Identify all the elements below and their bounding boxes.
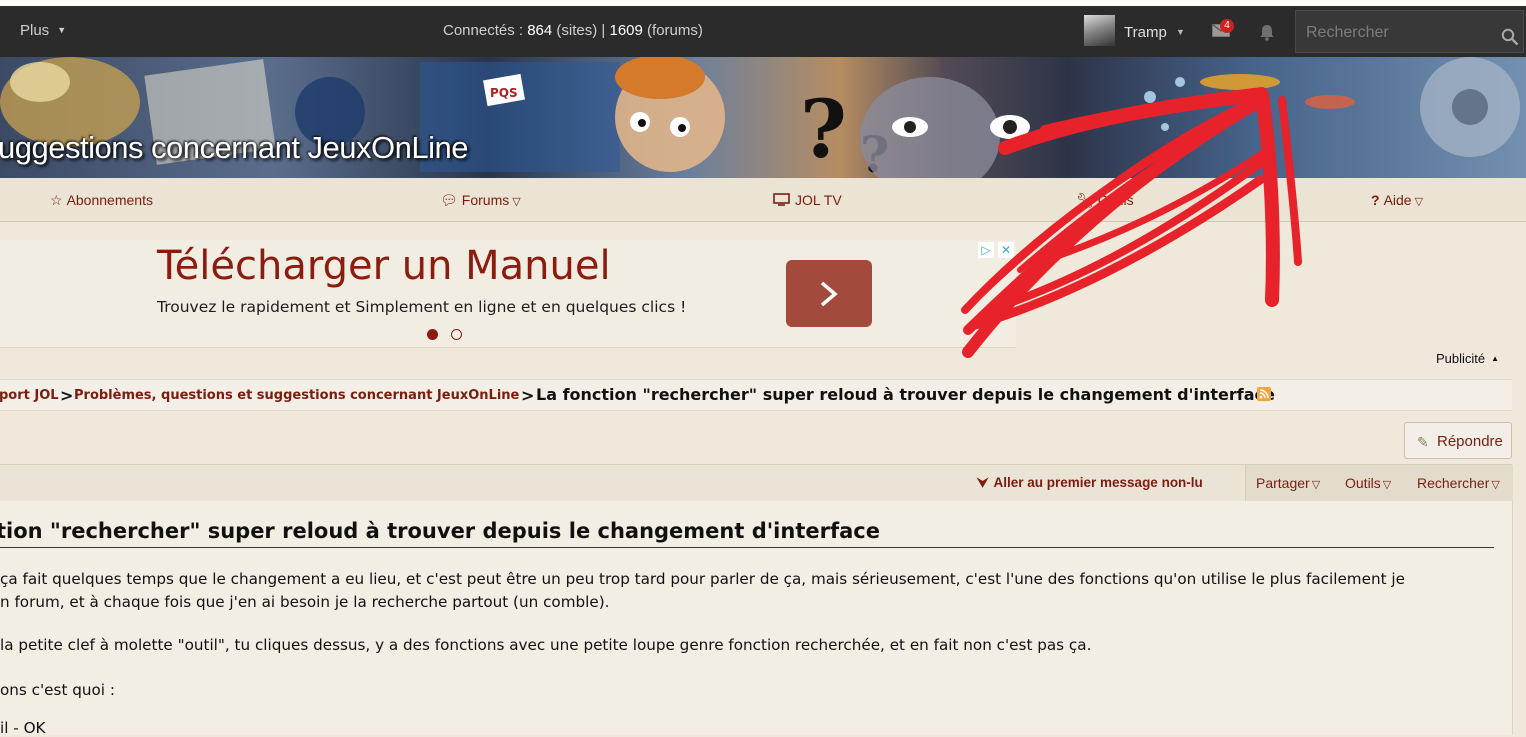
caret-down-icon: ▼ (57, 25, 67, 35)
ad-carousel-dot-active[interactable] (427, 329, 438, 340)
more-menu[interactable]: Plus ▼ (20, 22, 66, 39)
breadcrumb-link-forum[interactable]: Problèmes, questions et suggestions conc… (74, 388, 519, 403)
chevron-right-icon (820, 281, 838, 307)
triangle-down-icon: ▽ (512, 196, 521, 208)
post-line: n forum, et à chaque fois que j'en ai be… (0, 593, 610, 611)
online-sites-count: 864 (527, 22, 553, 39)
banner-title: uggestions concernant JeuxOnLine (0, 130, 469, 165)
nav-label: Aide (1383, 192, 1412, 208)
ad-banner[interactable]: Télécharger un Manuel Trouvez le rapidem… (0, 240, 1016, 348)
avatar[interactable] (1084, 15, 1115, 46)
user-caret-down-icon[interactable]: ▼ (1176, 27, 1185, 37)
thread-tool-menus: Partager ▽ Outils ▽ Rechercher ▽ (1245, 465, 1513, 501)
nav-item-help[interactable]: ? Aide ▽ (1371, 192, 1423, 208)
online-forums-count: 1609 (609, 22, 643, 39)
caret-up-icon: ▲ (1491, 354, 1500, 363)
triangle-down-icon: ▽ (1414, 196, 1424, 208)
first-unread-link[interactable]: ⮟ Aller au premier message non-lu (977, 475, 1203, 491)
triangle-down-icon: ▽ (1382, 479, 1392, 491)
thread-toolbar: ⮟ Aller au premier message non-lu Partage… (0, 464, 1513, 502)
breadcrumb-separator: > (60, 386, 74, 405)
search-icon[interactable] (1501, 28, 1519, 46)
double-chevron-down-icon: ⮟ (977, 475, 989, 490)
breadcrumb-current: La fonction "rechercher" super reloud à … (536, 385, 1275, 404)
ad-next-button[interactable] (786, 260, 872, 327)
ad-label[interactable]: Publicité ▲ (1436, 351, 1499, 366)
wrench-icon: 🔧︎ (1076, 192, 1094, 208)
ad-title[interactable]: Télécharger un Manuel (157, 243, 611, 289)
nav-label: JOL TV (795, 192, 842, 208)
tools-label: Outils (1345, 475, 1381, 491)
ad-carousel-dot[interactable] (451, 329, 462, 340)
first-unread-label: Aller au premier message non-lu (993, 475, 1203, 490)
online-prefix: Connectés : (443, 22, 528, 39)
rss-icon[interactable] (1257, 387, 1271, 401)
nav-item-subscriptions[interactable]: ☆ Abonnements (50, 192, 153, 209)
top-bar: Plus ▼ Connectés : 864 (sites) | 1609 (fo… (0, 6, 1526, 57)
title-divider (0, 547, 1494, 548)
reply-label: Répondre (1437, 433, 1503, 450)
star-icon: ☆ (50, 192, 63, 208)
mail-count-badge: 4 (1220, 19, 1234, 33)
share-label: Partager (1256, 475, 1310, 491)
post-title: tion "rechercher" super reloud à trouver… (0, 519, 880, 543)
search-box (1295, 10, 1524, 53)
post-line: ça fait quelques temps que le changement… (0, 570, 1405, 588)
ad-controls: ▷ ✕ (978, 242, 1016, 258)
svg-text:PQS: PQS (490, 86, 518, 100)
reply-button[interactable]: ✎ Répondre (1404, 422, 1512, 459)
search-label: Rechercher (1417, 475, 1490, 491)
post-line: il - OK (0, 719, 46, 737)
main-nav: ☆ Abonnements 💬︎ Forums ▽ JOL TV 🔧︎ Outils ?… (0, 178, 1526, 222)
nav-item-forums[interactable]: 💬︎ Forums ▽ (440, 192, 521, 209)
search-menu[interactable]: Rechercher ▽ (1417, 475, 1500, 491)
search-input[interactable] (1304, 19, 1493, 47)
tools-menu[interactable]: Outils ▽ (1345, 475, 1391, 491)
post: tion "rechercher" super reloud à trouver… (0, 501, 1513, 737)
forum-banner: PQS ? ? uggestions concernant JeuxOnLine (0, 57, 1526, 178)
close-icon[interactable]: ✕ (998, 242, 1014, 258)
post-line: ons c'est quoi : (0, 681, 115, 699)
adchoices-icon[interactable]: ▷ (978, 242, 994, 258)
online-forums-suffix: (forums) (642, 22, 703, 39)
bell-icon[interactable] (1258, 23, 1276, 41)
nav-label: Abonnements (66, 192, 153, 208)
nav-item-tools[interactable]: 🔧︎ Outils (1076, 192, 1134, 209)
nav-label: Outils (1097, 192, 1134, 208)
question-icon: ? (1371, 192, 1380, 208)
post-line: la petite clef à molette "outil", tu cli… (0, 636, 1092, 654)
username[interactable]: Tramp (1124, 24, 1167, 41)
monitor-icon (773, 193, 790, 206)
svg-text:?: ? (800, 82, 847, 176)
breadcrumb: port JOL > Problèmes, questions et sugge… (0, 379, 1512, 411)
online-count: Connectés : 864 (sites) | 1609 (forums) (443, 22, 703, 39)
more-menu-label: Plus (20, 22, 50, 39)
speech-bubble-icon: 💬︎ (440, 192, 458, 208)
share-menu[interactable]: Partager ▽ (1256, 475, 1320, 491)
triangle-down-icon: ▽ (1311, 479, 1321, 491)
ad-label-text: Publicité (1436, 351, 1486, 366)
breadcrumb-link-support[interactable]: port JOL (0, 388, 59, 403)
nav-item-jol-tv[interactable]: JOL TV (773, 192, 842, 208)
online-sites-suffix: (sites) | (552, 22, 610, 39)
ad-subtitle: Trouvez le rapidement et Simplement en l… (157, 298, 687, 316)
triangle-down-icon: ▽ (1491, 479, 1500, 491)
pencil-icon: ✎ (1417, 434, 1429, 450)
nav-label: Forums (461, 192, 510, 208)
breadcrumb-separator: > (521, 386, 535, 405)
